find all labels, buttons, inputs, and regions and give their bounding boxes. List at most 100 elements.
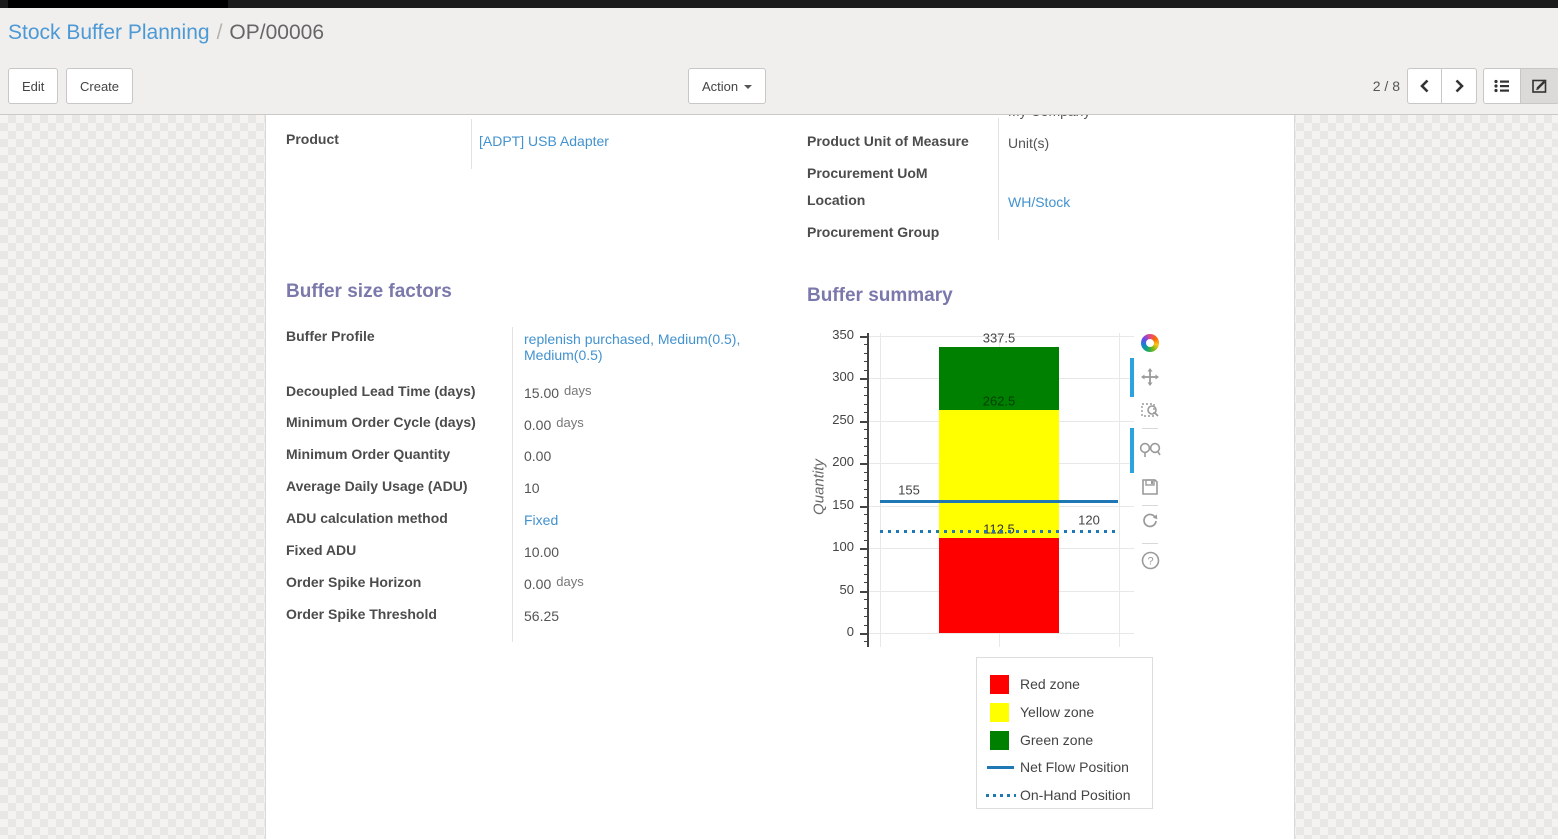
y-axis-minor-tick (864, 480, 868, 481)
breadcrumb-separator: / (217, 21, 223, 44)
y-axis-tick-label: 50 (806, 582, 854, 597)
y-axis-minor-tick (864, 370, 868, 371)
y-axis-minor-tick (864, 616, 868, 617)
legend-item-net-flow[interactable]: Net Flow Position (977, 758, 1152, 778)
zoom-in-out-icon (1139, 441, 1161, 459)
yellow-zone-swatch (990, 703, 1009, 722)
list-icon (1493, 77, 1511, 95)
gridline-horizontal (868, 633, 1134, 634)
legend-item-yellow-zone[interactable]: Yellow zone (977, 703, 1152, 723)
y-axis-minor-tick (864, 361, 868, 362)
modebar-active-indicator (1130, 428, 1134, 473)
pager-buttons (1407, 68, 1477, 104)
breadcrumb-current: OP/00006 (229, 21, 324, 44)
form-view-button[interactable] (1521, 68, 1558, 104)
save-chart-button[interactable] (1139, 476, 1161, 498)
modebar-active-indicator (1130, 358, 1134, 397)
pan-button[interactable] (1139, 366, 1161, 388)
y-axis-minor-tick (864, 641, 868, 642)
y-axis-minor-tick (864, 608, 868, 609)
screen: Stock Buffer Planning / OP/00006 Edit Crea… (0, 0, 1558, 839)
modebar-separator (1142, 428, 1158, 429)
action-label: Action (702, 79, 738, 94)
y-axis-major-tick (860, 463, 868, 465)
y-axis-tick-label: 250 (806, 412, 854, 427)
content-background: My Company Product [ADPT] USB Adapter Pr… (0, 115, 1558, 839)
y-axis-minor-tick (864, 565, 868, 566)
y-axis-title: Quantity (811, 459, 828, 515)
y-axis-minor-tick (864, 497, 868, 498)
y-axis-major-tick (860, 378, 868, 380)
zoom-in-out-button[interactable] (1139, 439, 1161, 461)
pager-next-button[interactable] (1442, 68, 1477, 104)
on-hand-position-line (880, 530, 1118, 533)
svg-text:?: ? (1147, 555, 1153, 567)
y-axis-minor-tick (864, 523, 868, 524)
form-sheet: My Company Product [ADPT] USB Adapter Pr… (265, 115, 1295, 839)
y-axis-minor-tick (864, 625, 868, 626)
plotly-logo-icon (1141, 334, 1159, 352)
y-axis-minor-tick (864, 446, 868, 447)
on-hand-position-label: 120 (1078, 513, 1100, 528)
y-axis-minor-tick (864, 395, 868, 396)
y-axis-minor-tick (864, 514, 868, 515)
y-axis-minor-tick (864, 531, 868, 532)
legend-item-on-hand[interactable]: On-Hand Position (977, 786, 1152, 806)
net-flow-position-label: 155 (898, 483, 920, 498)
y-axis-minor-tick (864, 557, 868, 558)
breadcrumb: Stock Buffer Planning / OP/00006 (8, 21, 324, 45)
box-zoom-button[interactable] (1139, 399, 1161, 421)
top-bar (0, 0, 1558, 8)
y-axis-major-tick (860, 548, 868, 550)
y-axis-minor-tick (864, 429, 868, 430)
y-axis-tick-label: 0 (806, 624, 854, 639)
chevron-right-icon (1452, 78, 1466, 94)
y-axis-major-tick (860, 506, 868, 508)
y-axis-minor-tick (864, 582, 868, 583)
y-axis-major-tick (860, 591, 868, 593)
zone-bar-yellow-zone (939, 410, 1059, 537)
y-axis-minor-tick (864, 540, 868, 541)
control-panel: Stock Buffer Planning / OP/00006 Edit Crea… (0, 8, 1558, 115)
zone-bar-red-zone (939, 538, 1059, 633)
breadcrumb-parent-link[interactable]: Stock Buffer Planning (8, 21, 210, 44)
red-zone-swatch (990, 675, 1009, 694)
modebar-separator (1142, 505, 1158, 506)
list-view-button[interactable] (1483, 68, 1521, 104)
plotly-logo-button[interactable] (1139, 332, 1161, 354)
y-axis-minor-tick (864, 455, 868, 456)
y-axis-minor-tick (864, 472, 868, 473)
y-axis-minor-tick (864, 599, 868, 600)
chart-legend: Red zone Yellow zone Green zone Net Flow… (976, 657, 1153, 809)
y-axis-major-tick (860, 421, 868, 423)
create-button[interactable]: Create (66, 68, 133, 104)
y-axis-minor-tick (864, 438, 868, 439)
floppy-save-icon (1141, 478, 1159, 496)
caret-down-icon (744, 85, 752, 89)
legend-item-red-zone[interactable]: Red zone (977, 675, 1152, 695)
green-zone-swatch (990, 731, 1009, 750)
legend-item-green-zone[interactable]: Green zone (977, 731, 1152, 751)
y-axis-major-tick (860, 633, 868, 635)
net-flow-position-line (880, 500, 1118, 503)
zone-boundary-label: 262.5 (983, 394, 1016, 409)
y-axis-tick-label: 350 (806, 327, 854, 342)
help-button[interactable]: ? (1139, 549, 1161, 571)
y-axis-major-tick (860, 336, 868, 338)
zone-boundary-label: 337.5 (983, 330, 1016, 345)
zone-boundary-label: 112.5 (983, 521, 1015, 536)
on-hand-dotted-swatch (986, 794, 1016, 797)
edit-button[interactable]: Edit (8, 68, 58, 104)
gridline-vertical (1119, 333, 1120, 647)
gridline-vertical (880, 333, 881, 647)
edit-form-icon (1531, 77, 1549, 95)
box-zoom-icon (1141, 401, 1159, 419)
net-flow-line-swatch (987, 766, 1014, 769)
y-axis-minor-tick (864, 387, 868, 388)
action-dropdown-button[interactable]: Action (688, 68, 766, 104)
reset-axes-button[interactable] (1139, 510, 1161, 532)
pager-previous-button[interactable] (1407, 68, 1442, 104)
y-axis-minor-tick (864, 412, 868, 413)
top-bar-segment (8, 0, 228, 8)
y-axis-minor-tick (864, 404, 868, 405)
